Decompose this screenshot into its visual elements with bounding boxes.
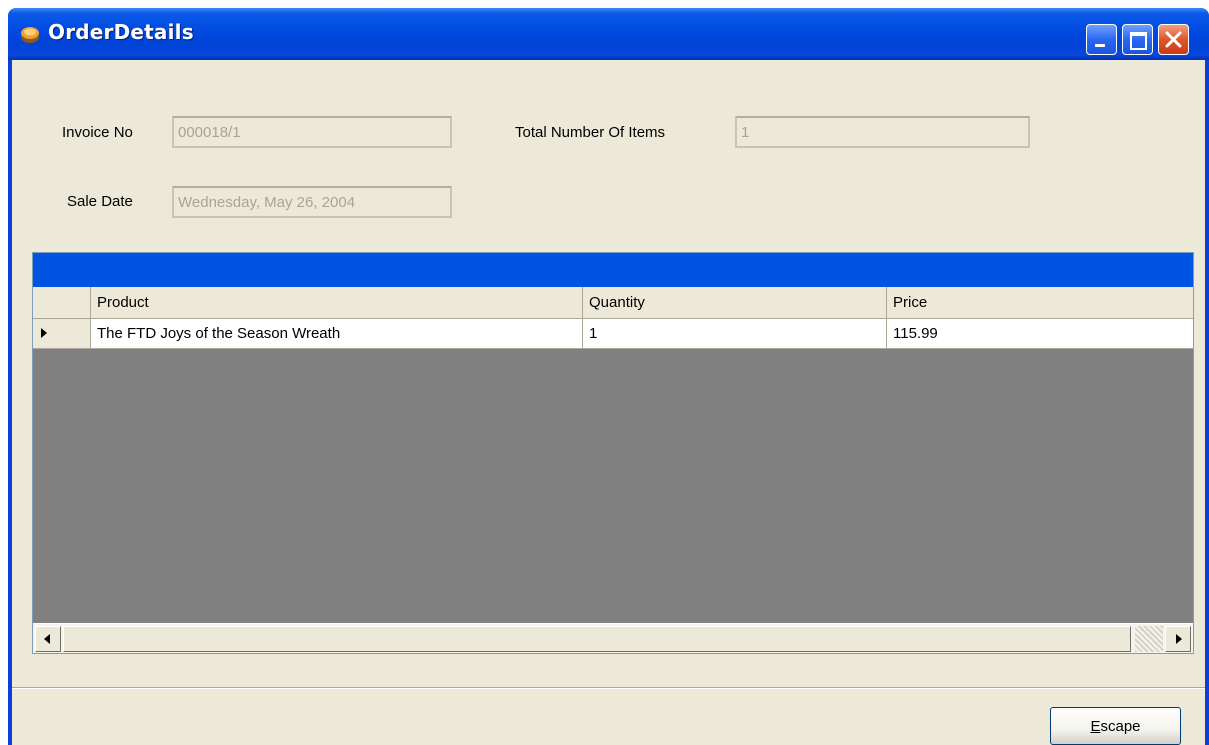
horizontal-scrollbar[interactable]: [33, 623, 1193, 653]
grid-caption-bar: [33, 253, 1193, 287]
order-details-window: OrderDetails Invoice No 000018/1 Total N…: [8, 8, 1209, 745]
minimize-icon: [1095, 44, 1105, 47]
close-icon: [1165, 31, 1182, 48]
maximize-icon: [1130, 32, 1147, 50]
scrollbar-thumb[interactable]: [63, 626, 1131, 652]
current-row-arrow-icon: [41, 328, 47, 338]
scrollbar-track-remaining[interactable]: [1135, 626, 1163, 652]
grid-header-row: Product Quantity Price: [33, 287, 1193, 319]
maximize-button[interactable]: [1122, 24, 1153, 55]
cell-quantity[interactable]: 1: [583, 319, 887, 348]
sale-date-field[interactable]: Wednesday, May 26, 2004: [172, 186, 452, 218]
escape-label: scape: [1100, 718, 1141, 735]
invoice-no-label: Invoice No: [62, 124, 133, 141]
cell-price[interactable]: 115.99: [887, 319, 1193, 348]
escape-accelerator: E: [1090, 718, 1101, 735]
invoice-no-field[interactable]: 000018/1: [172, 116, 452, 148]
row-selector[interactable]: [33, 319, 91, 348]
cell-product[interactable]: The FTD Joys of the Season Wreath: [91, 319, 583, 348]
column-header-price[interactable]: Price: [887, 287, 1193, 318]
row-header-corner: [33, 287, 91, 318]
total-items-label: Total Number Of Items: [515, 124, 666, 141]
scroll-left-arrow-icon: [44, 634, 50, 644]
sale-date-label: Sale Date: [67, 193, 133, 210]
column-header-quantity[interactable]: Quantity: [583, 287, 887, 318]
close-button[interactable]: [1158, 24, 1189, 55]
window-title: OrderDetails: [48, 20, 194, 44]
page-caption-fragment: [0, 0, 300, 6]
app-icon: [21, 27, 39, 43]
client-area: Invoice No 000018/1 Total Number Of Item…: [12, 60, 1205, 745]
column-header-product[interactable]: Product: [91, 287, 583, 318]
scroll-right-button[interactable]: [1165, 626, 1191, 652]
table-row[interactable]: The FTD Joys of the Season Wreath 1 115.…: [33, 319, 1193, 349]
scroll-left-button[interactable]: [35, 626, 61, 652]
minimize-button[interactable]: [1086, 24, 1117, 55]
order-items-grid[interactable]: Product Quantity Price The FTD Joys of t…: [32, 252, 1194, 654]
scroll-right-arrow-icon: [1176, 634, 1182, 644]
title-bar[interactable]: OrderDetails: [8, 8, 1209, 60]
total-items-field[interactable]: 1: [735, 116, 1030, 148]
divider: [12, 687, 1205, 689]
escape-button[interactable]: Escape: [1050, 707, 1181, 745]
